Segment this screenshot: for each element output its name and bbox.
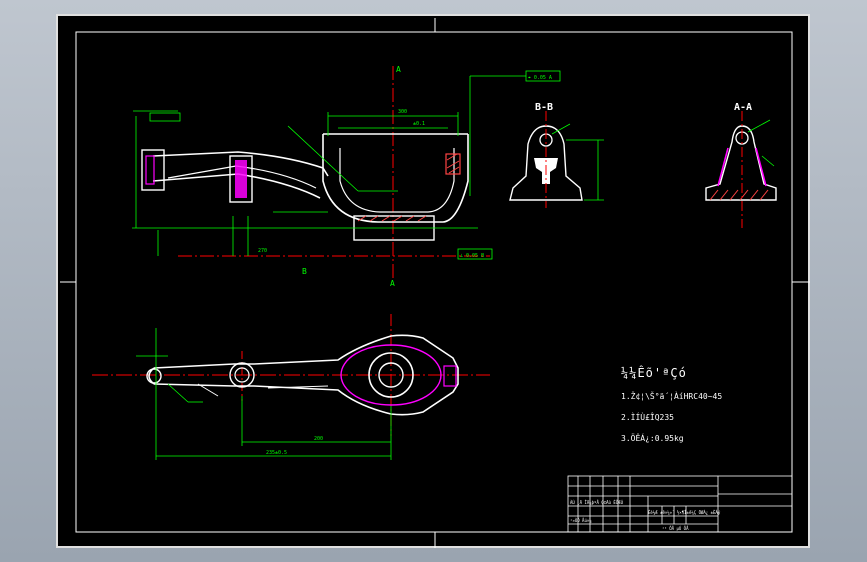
u-body-inner [339,148,455,213]
bb-dimensions [551,123,604,201]
aa-base-hatch [709,189,769,201]
notes-title: ¼¼Êõ'ªÇó [621,366,687,380]
cad-drawing: 300 ±0.1 ⌖ 0.05 A ⊥ 0.05 B 270 A A B B-B… [60,18,810,548]
section-bb-label: B-B [535,102,553,113]
inner-frame [75,31,793,533]
aa-dimensions [747,119,775,167]
left-boss-hole [145,155,155,185]
section-aa-label: A-A [734,102,752,113]
u-body-hatch [357,215,427,222]
title-block-row4: ¹² ÕÅ µÚ ÕÅ [662,526,689,531]
section-bb-view: B-B [509,102,604,208]
section-mark-b: B [302,267,307,276]
right-boss-hatch [446,153,460,174]
drawing-sheet: 300 ±0.1 ⌖ 0.05 A ⊥ 0.05 B 270 A A B B-B… [56,14,810,548]
front-dimensions [132,70,561,260]
title-block-row3: ¹¤ÒÕ Åú×¼ [570,518,592,524]
tolerance-frame-bottom: ⊥ 0.05 B [460,253,484,259]
front-view: 300 ±0.1 ⌖ 0.05 A ⊥ 0.05 B 270 A A B [132,65,561,288]
notes-item-1: 1.Ž¢¦\Š°ä´¦ÀíHRC40~45 [621,392,723,401]
technical-requirements: ¼¼Êõ'ªÇó 1.Ž¢¦\Š°ä´¦ÀíHRC40~45 2.ÌÍÙ£ÎQ2… [621,366,722,443]
dim-text-top: 300 [398,109,407,115]
dim-text-bottom: 270 [258,248,267,254]
title-block-row2: Éè¼Æ ±ê×¼»¯ ½×¶Î±ê¼Ç ÖØÁ¿ ±ÈÀý [648,510,721,516]
aa-outline [705,125,777,201]
top-dim-text-1: 200 [314,436,323,442]
notes-item-2: 2.ÌÍÙ£ÎQ235 [621,413,674,422]
tolerance-frame-top: ⌖ 0.05 A [528,75,552,81]
section-aa-view: A-A [705,102,777,228]
notes-item-3: 3.ÖÊÁ¿:0.95kg [621,434,684,443]
top-view-right-slot [443,365,457,387]
section-mark-a-top: A [396,65,401,74]
middle-boss-hole [235,160,247,198]
section-mark-a-bottom: A [390,279,395,288]
top-view: 200 235±0.5 [92,314,490,460]
top-dim-text-2: 235±0.5 [266,450,287,456]
u-body-outer [322,134,469,223]
dim-text-inner: ±0.1 [413,121,425,127]
